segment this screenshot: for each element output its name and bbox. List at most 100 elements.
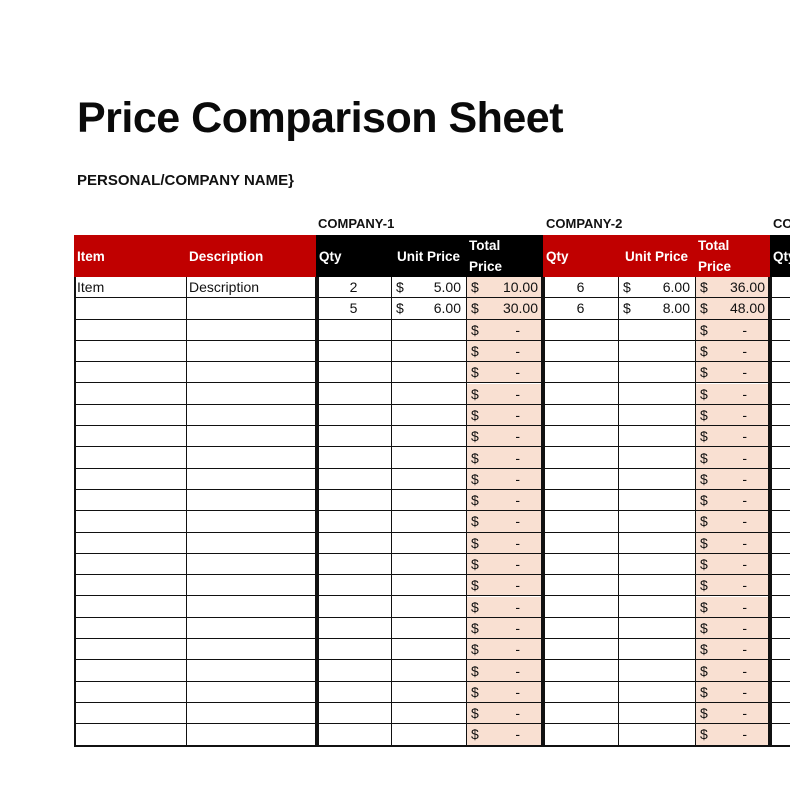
company-3-qty-cell[interactable]	[770, 405, 790, 427]
company-1-total-cell[interactable]: $ -	[466, 532, 543, 554]
company-3-qty-cell[interactable]	[770, 490, 790, 512]
company-1-unit-price-cell[interactable]	[391, 554, 466, 576]
company-1-unit-price-cell[interactable]	[391, 447, 466, 469]
company-2-qty-cell[interactable]	[543, 575, 618, 597]
company-1-unit-price-cell[interactable]: $6.00	[391, 298, 466, 320]
description-cell[interactable]: Description	[186, 277, 316, 299]
company-2-total-cell[interactable]: $ -	[695, 468, 770, 490]
company-2-unit-price-cell[interactable]: $8.00	[618, 298, 695, 320]
company-2-unit-price-cell[interactable]	[618, 618, 695, 640]
company-2-qty-cell[interactable]	[543, 682, 618, 703]
company-2-qty-cell[interactable]	[543, 639, 618, 661]
company-1-unit-price-cell[interactable]	[391, 533, 466, 554]
company-1-unit-price-cell[interactable]	[391, 682, 466, 703]
company-1-qty-cell[interactable]	[316, 639, 391, 661]
company-2-total-cell[interactable]: $ -	[695, 447, 770, 469]
company-2-total-cell[interactable]: $ -	[695, 426, 770, 448]
company-1-unit-price-cell[interactable]	[391, 575, 466, 597]
company-2-unit-price-cell[interactable]	[618, 703, 695, 725]
company-3-qty-cell[interactable]	[770, 362, 790, 384]
company-3-qty-cell[interactable]	[770, 660, 790, 682]
company-2-total-cell[interactable]: $ -	[695, 553, 770, 576]
item-cell[interactable]	[74, 618, 186, 640]
item-cell[interactable]	[74, 724, 186, 746]
company-3-qty-cell[interactable]	[770, 447, 790, 469]
company-2-qty-cell[interactable]	[543, 320, 618, 341]
company-2-total-cell[interactable]: $48.00	[695, 298, 770, 320]
company-3-qty-cell[interactable]	[770, 533, 790, 554]
company-3-qty-cell[interactable]	[770, 511, 790, 533]
company-1-qty-cell[interactable]	[316, 341, 391, 363]
description-cell[interactable]	[186, 469, 316, 490]
company-2-qty-cell[interactable]	[543, 447, 618, 469]
item-cell[interactable]	[74, 362, 186, 384]
company-1-total-cell[interactable]: $ -	[466, 553, 543, 576]
company-2-qty-cell[interactable]	[543, 384, 618, 405]
company-3-qty-cell[interactable]	[770, 384, 790, 405]
company-1-unit-price-cell[interactable]	[391, 639, 466, 661]
company-2-unit-price-cell[interactable]	[618, 660, 695, 682]
company-1-total-cell[interactable]: $ -	[466, 639, 543, 661]
company-2-qty-cell[interactable]	[543, 362, 618, 384]
company-1-total-cell[interactable]: $ -	[466, 596, 543, 618]
company-3-qty-cell[interactable]	[770, 575, 790, 597]
item-cell[interactable]: Item	[74, 277, 186, 299]
company-2-qty-cell[interactable]	[543, 597, 618, 618]
company-1-total-cell[interactable]: $ -	[466, 490, 543, 512]
company-2-total-cell[interactable]: $ -	[695, 511, 770, 533]
company-1-qty-cell[interactable]	[316, 660, 391, 682]
company-1-qty-cell[interactable]	[316, 682, 391, 703]
company-1-total-cell[interactable]: $10.00	[466, 277, 543, 299]
company-1-qty-cell[interactable]	[316, 703, 391, 725]
description-cell[interactable]	[186, 618, 316, 640]
description-cell[interactable]	[186, 447, 316, 469]
company-2-total-cell[interactable]: $ -	[695, 383, 770, 405]
company-2-qty-cell[interactable]	[543, 426, 618, 448]
company-2-unit-price-cell[interactable]	[618, 597, 695, 618]
company-2-unit-price-cell[interactable]: $6.00	[618, 277, 695, 299]
company-2-total-cell[interactable]: $ -	[695, 319, 770, 341]
company-2-qty-cell[interactable]	[543, 490, 618, 512]
item-cell[interactable]	[74, 703, 186, 725]
company-2-total-cell[interactable]: $ -	[695, 681, 770, 703]
company-2-total-cell[interactable]: $ -	[695, 532, 770, 554]
company-2-qty-cell[interactable]	[543, 533, 618, 554]
company-3-qty-cell[interactable]	[770, 277, 790, 299]
company-2-unit-price-cell[interactable]	[618, 511, 695, 533]
company-3-qty-cell[interactable]	[770, 320, 790, 341]
description-cell[interactable]	[186, 682, 316, 703]
item-cell[interactable]	[74, 469, 186, 490]
company-1-total-cell[interactable]: $ -	[466, 468, 543, 490]
company-1-unit-price-cell[interactable]	[391, 597, 466, 618]
company-1-unit-price-cell[interactable]: $5.00	[391, 277, 466, 299]
company-3-qty-cell[interactable]	[770, 703, 790, 725]
company-1-qty-cell[interactable]: 2	[316, 277, 391, 299]
company-2-qty-cell[interactable]	[543, 511, 618, 533]
company-1-qty-cell[interactable]	[316, 447, 391, 469]
description-cell[interactable]	[186, 298, 316, 320]
company-2-unit-price-cell[interactable]	[618, 575, 695, 597]
company-2-qty-cell[interactable]	[543, 469, 618, 490]
company-1-total-cell[interactable]: $ -	[466, 426, 543, 448]
description-cell[interactable]	[186, 533, 316, 554]
company-2-total-cell[interactable]: $ -	[695, 575, 770, 597]
company-1-total-cell[interactable]: $ -	[466, 340, 543, 363]
company-2-unit-price-cell[interactable]	[618, 724, 695, 746]
company-2-unit-price-cell[interactable]	[618, 341, 695, 363]
company-1-total-cell[interactable]: $ -	[466, 383, 543, 405]
company-1-unit-price-cell[interactable]	[391, 384, 466, 405]
item-cell[interactable]	[74, 384, 186, 405]
company-1-qty-cell[interactable]	[316, 490, 391, 512]
company-1-unit-price-cell[interactable]	[391, 618, 466, 640]
company-2-total-cell[interactable]: $ -	[695, 362, 770, 384]
company-2-unit-price-cell[interactable]	[618, 362, 695, 384]
company-1-unit-price-cell[interactable]	[391, 426, 466, 448]
item-cell[interactable]	[74, 511, 186, 533]
description-cell[interactable]	[186, 511, 316, 533]
company-2-unit-price-cell[interactable]	[618, 405, 695, 427]
company-1-total-cell[interactable]: $ -	[466, 362, 543, 384]
company-3-qty-cell[interactable]	[770, 618, 790, 640]
company-2-unit-price-cell[interactable]	[618, 682, 695, 703]
description-cell[interactable]	[186, 703, 316, 725]
company-2-unit-price-cell[interactable]	[618, 320, 695, 341]
